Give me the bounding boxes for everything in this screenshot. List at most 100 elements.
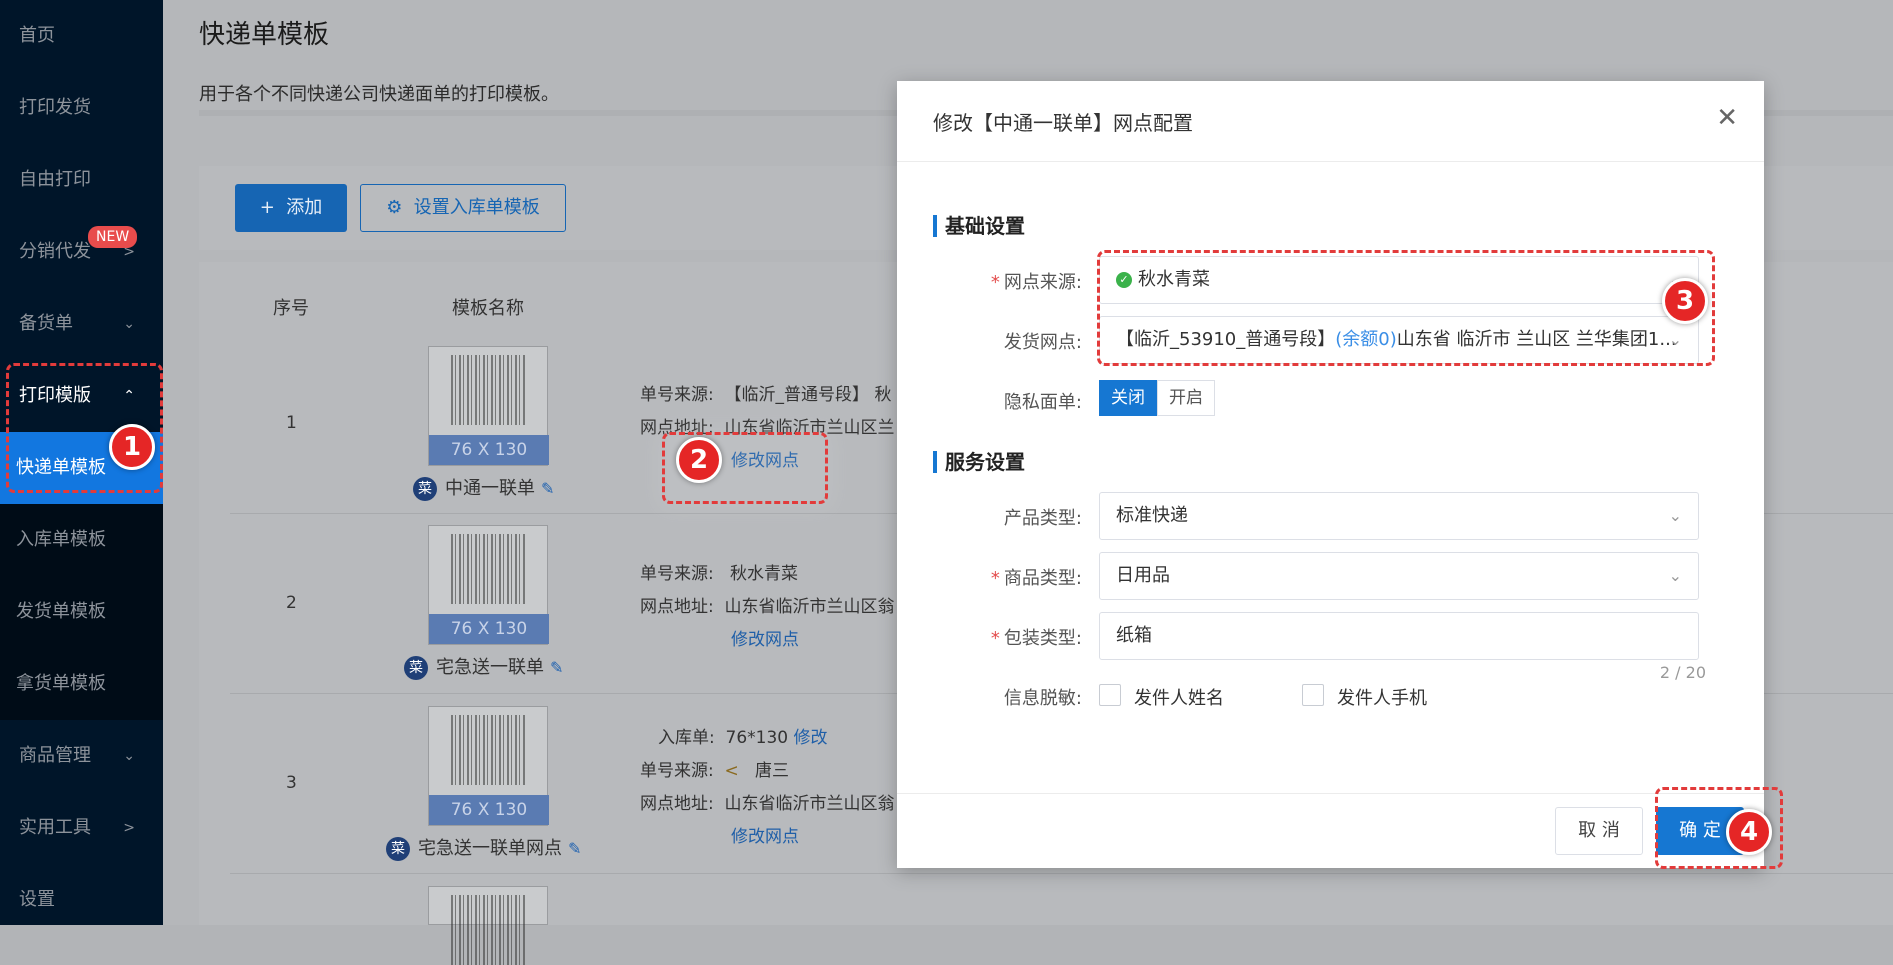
outlet-config-dialog: 修改【中通一联单】网点配置 ✕ 基础设置 *网点来源: ✓秋水青菜⌄ 发货网点:… xyxy=(897,81,1764,868)
goods-type-label-text: 商品类型: xyxy=(1003,568,1082,589)
chevron-down-icon: ⌄ xyxy=(123,316,135,332)
goods-type-value: 日用品 xyxy=(1116,565,1170,586)
sidebar-item-print-ship[interactable]: 打印发货 xyxy=(0,83,163,133)
edit-icon[interactable]: ✎ xyxy=(550,658,563,677)
sidebar-item-label: 自由打印 xyxy=(19,169,91,190)
column-header-index: 序号 xyxy=(273,298,309,319)
inbound-line: 入库单: 76*130 修改 xyxy=(658,723,828,748)
sidebar-item-home[interactable]: 首页 xyxy=(0,11,163,61)
sidebar-item-tools[interactable]: 实用工具 > xyxy=(0,803,163,853)
barcode-image xyxy=(451,715,527,785)
source-line: 单号来源: 秋水青菜 xyxy=(640,559,798,584)
modify-inbound-link[interactable]: 修改 xyxy=(794,728,828,748)
section-service-title: 服务设置 xyxy=(933,451,1025,473)
modify-outlet-link[interactable]: 修改网点 xyxy=(731,822,799,847)
mask-sender-name-checkbox[interactable] xyxy=(1099,684,1121,706)
info-value: 秋水青菜 xyxy=(729,564,798,584)
info-value: 76*130 xyxy=(725,728,789,748)
sidebar-item-pick-template[interactable]: 拿货单模板 xyxy=(0,648,163,720)
close-icon[interactable]: ✕ xyxy=(1716,103,1738,133)
template-thumbnail[interactable]: 76 X 130 xyxy=(428,525,549,645)
edit-icon[interactable]: ✎ xyxy=(568,839,581,858)
product-type-value: 标准快递 xyxy=(1116,505,1188,526)
template-thumbnail[interactable] xyxy=(428,886,548,965)
sidebar-item-label: 打印发货 xyxy=(19,97,91,118)
pack-type-label-text: 包装类型: xyxy=(1003,628,1082,649)
sidebar-item-label: 分销代发 xyxy=(19,241,91,262)
template-size: 76 X 130 xyxy=(429,795,549,825)
chevron-down-icon: ⌄ xyxy=(1668,506,1682,525)
template-name: 菜宅急送一联单网点 ✎ xyxy=(386,834,581,861)
barcode-image xyxy=(451,895,527,965)
edit-icon[interactable]: ✎ xyxy=(541,479,554,498)
step-marker-1: 1 xyxy=(109,424,155,470)
template-size: 76 X 130 xyxy=(429,435,549,465)
source-label: * 网点来源: xyxy=(897,268,1082,294)
sidebar-item-stock[interactable]: 备货单 ⌄ xyxy=(0,299,163,349)
sidebar-item-label: 实用工具 xyxy=(19,817,91,838)
template-name-text: 宅急送一联单 xyxy=(436,657,544,678)
info-value: 山东省临沂市兰山区翁 xyxy=(724,597,895,617)
barcode-image xyxy=(451,355,527,425)
sidebar-item-label: 设置 xyxy=(19,889,55,910)
sidebar-item-label: 拿货单模板 xyxy=(16,673,106,694)
required-mark: * xyxy=(990,568,1000,589)
template-name: 菜宅急送一联单 ✎ xyxy=(404,653,563,680)
sidebar-item-distribution[interactable]: 分销代发 > xyxy=(0,227,163,277)
cainiao-icon: 菜 xyxy=(413,477,437,501)
sidebar-item-goods[interactable]: 商品管理 ⌄ xyxy=(0,731,163,781)
annotation-box-3 xyxy=(1097,250,1715,366)
step-marker-4: 4 xyxy=(1726,809,1772,855)
template-name: 菜中通一联单 ✎ xyxy=(413,474,554,501)
mask-sender-phone-label: 发件人手机 xyxy=(1337,688,1427,709)
gear-icon: ⚙ xyxy=(386,197,414,218)
new-badge: NEW xyxy=(88,226,138,248)
add-button[interactable]: + 添加 xyxy=(235,184,347,232)
goods-type-select[interactable]: 日用品 ⌄ xyxy=(1099,552,1699,600)
source-line: 单号来源: 【临沂_普通号段】 秋 xyxy=(640,380,891,405)
char-counter: 2 / 20 xyxy=(1659,663,1706,682)
mask-sender-name-label: 发件人姓名 xyxy=(1134,688,1224,709)
privacy-off-toggle[interactable]: 关闭 xyxy=(1099,380,1157,416)
dialog-title: 修改【中通一联单】网点配置 xyxy=(933,111,1193,135)
source-label-text: 网点来源: xyxy=(1003,272,1082,293)
row-index: 1 xyxy=(286,413,297,433)
product-type-label: 产品类型: xyxy=(1003,508,1082,529)
info-label: 网点地址: xyxy=(640,794,714,814)
sidebar-item-settings[interactable]: 设置 xyxy=(0,875,163,925)
required-mark: * xyxy=(990,628,1000,649)
template-thumbnail[interactable]: 76 X 130 xyxy=(428,346,549,466)
goods-type-label: * 商品类型: xyxy=(897,564,1082,590)
step-marker-2: 2 xyxy=(676,437,722,483)
product-type-select[interactable]: 标准快递 ⌄ xyxy=(1099,492,1699,540)
source-line: 单号来源: < 唐三 xyxy=(640,756,789,781)
sidebar-item-inbound-template[interactable]: 入库单模板 xyxy=(0,504,163,576)
address-line: 网点地址: 山东省临沂市兰山区翁 xyxy=(640,592,895,617)
mask-sender-phone-checkbox[interactable] xyxy=(1302,684,1324,706)
info-label: 单号来源: xyxy=(640,385,714,405)
info-value: 唐三 xyxy=(755,761,790,781)
add-button-label: 添加 xyxy=(286,197,323,218)
privacy-on-toggle[interactable]: 开启 xyxy=(1157,380,1215,416)
pack-type-value: 纸箱 xyxy=(1116,625,1152,646)
required-mark: * xyxy=(990,272,1000,293)
template-name-text: 中通一联单 xyxy=(445,478,535,499)
chevron-down-icon: ⌄ xyxy=(1668,566,1682,585)
template-thumbnail[interactable]: 76 X 130 xyxy=(428,706,549,826)
pack-type-label: * 包装类型: xyxy=(897,624,1082,650)
sidebar-item-free-print[interactable]: 自由打印 xyxy=(0,155,163,205)
info-label: 入库单: xyxy=(658,728,715,748)
info-label: 单号来源: xyxy=(640,761,714,781)
template-name-text: 宅急送一联单网点 xyxy=(418,838,562,859)
set-inbound-label: 设置入库单模板 xyxy=(413,197,540,218)
cancel-button[interactable]: 取 消 xyxy=(1555,807,1643,855)
page-description: 用于各个不同快递公司快递面单的打印模板。 xyxy=(199,84,559,105)
modify-outlet-link[interactable]: 修改网点 xyxy=(731,625,799,650)
set-inbound-template-button[interactable]: ⚙ 设置入库单模板 xyxy=(360,184,566,232)
chevron-down-icon: ⌄ xyxy=(123,748,135,764)
privacy-label: 隐私面单: xyxy=(1003,392,1082,413)
row-divider xyxy=(230,873,1893,874)
row-index: 3 xyxy=(286,773,297,793)
pack-type-input[interactable]: 纸箱 xyxy=(1099,612,1699,660)
sidebar-item-ship-template[interactable]: 发货单模板 xyxy=(0,576,163,648)
